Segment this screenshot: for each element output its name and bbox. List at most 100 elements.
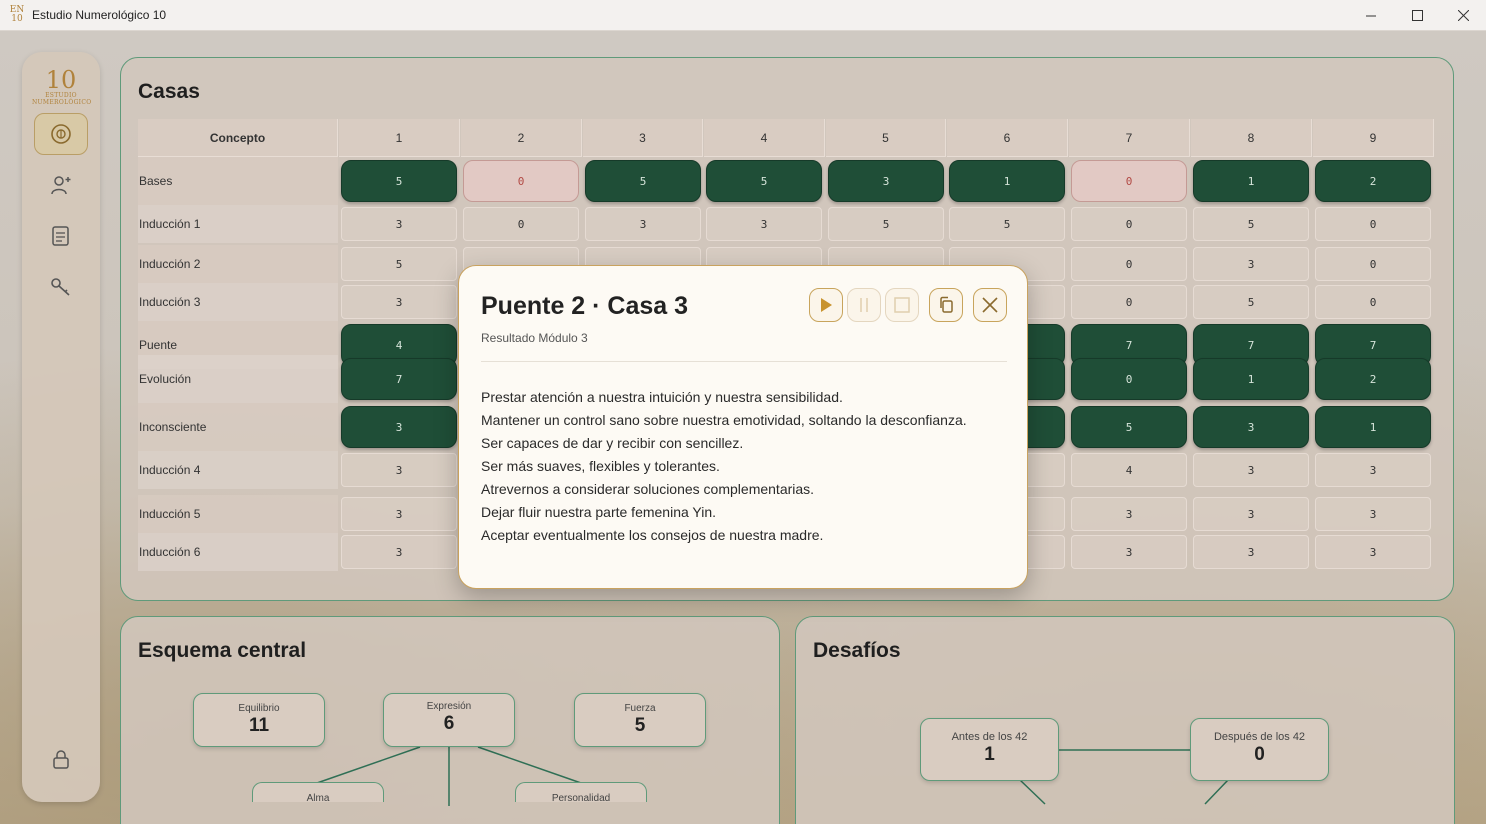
- column-header-concepto: Concepto: [138, 119, 338, 157]
- table-cell[interactable]: 5: [341, 160, 457, 202]
- table-cell[interactable]: 2: [1315, 160, 1431, 202]
- table-cell[interactable]: 3: [1071, 535, 1187, 569]
- row-label: Inducción 1: [138, 205, 338, 243]
- table-cell[interactable]: 5: [585, 160, 701, 202]
- node-despues-42[interactable]: Después de los 42 0: [1190, 718, 1329, 781]
- column-header-4: 4: [704, 119, 825, 157]
- minimize-button[interactable]: [1348, 0, 1394, 31]
- table-cell[interactable]: 2: [1315, 358, 1431, 400]
- table-cell[interactable]: 3: [1193, 247, 1309, 281]
- table-cell[interactable]: 5: [828, 207, 944, 241]
- lock-icon: [53, 750, 69, 769]
- dialog-line: Ser más suaves, flexibles y tolerantes.: [481, 458, 720, 474]
- table-cell[interactable]: 3: [341, 207, 457, 241]
- node-value: 1: [984, 744, 995, 765]
- logo-number: 10: [45, 66, 77, 94]
- title-bar: EN 10 Estudio Numerológico 10: [0, 0, 1486, 31]
- dialog-line: Dejar fluir nuestra parte femenina Yin.: [481, 504, 717, 520]
- table-cell[interactable]: 5: [1193, 285, 1309, 319]
- table-cell[interactable]: 5: [1193, 207, 1309, 241]
- dialog-subtitle: Resultado Módulo 3: [481, 331, 588, 345]
- dialog-line: Atrevernos a considerar soluciones compl…: [481, 481, 815, 497]
- table-cell[interactable]: 5: [706, 160, 822, 202]
- table-cell[interactable]: 3: [341, 285, 457, 319]
- sidebar-item-person[interactable]: [34, 164, 88, 206]
- document-icon: [52, 226, 69, 246]
- sidebar-item-lock[interactable]: [34, 738, 88, 780]
- table-cell[interactable]: 0: [1315, 285, 1431, 319]
- table-cell[interactable]: 3: [1315, 535, 1431, 569]
- column-header-1: 1: [339, 119, 460, 157]
- node-equilibrio[interactable]: Equilibrio 11: [193, 693, 325, 747]
- column-header-3: 3: [583, 119, 703, 157]
- detail-dialog: Puente 2 · Casa 3 Resultado Módulo 3 Pre…: [458, 265, 1028, 589]
- table-cell[interactable]: 3: [341, 453, 457, 487]
- close-button[interactable]: [973, 288, 1007, 322]
- node-label: Alma: [306, 793, 330, 804]
- table-cell[interactable]: 0: [1071, 160, 1187, 202]
- play-button[interactable]: [809, 288, 843, 322]
- table-cell[interactable]: 0: [463, 160, 579, 202]
- copy-button[interactable]: [929, 288, 963, 322]
- table-cell[interactable]: 0: [1071, 207, 1187, 241]
- table-cell[interactable]: 5: [1071, 406, 1187, 448]
- close-window-icon: [1457, 10, 1469, 21]
- table-cell[interactable]: 3: [1315, 453, 1431, 487]
- sidebar-item-key[interactable]: [34, 266, 88, 308]
- table-cell[interactable]: 4: [1071, 453, 1187, 487]
- key-icon: [51, 278, 70, 296]
- node-label: Antes de los 42: [951, 731, 1028, 743]
- column-header-8: 8: [1191, 119, 1312, 157]
- column-header-6: 6: [947, 119, 1068, 157]
- column-header-7: 7: [1069, 119, 1190, 157]
- table-cell[interactable]: 5: [949, 207, 1065, 241]
- table-cell[interactable]: 1: [1193, 160, 1309, 202]
- node-personalidad[interactable]: Personalidad: [515, 782, 647, 804]
- table-cell[interactable]: 3: [706, 207, 822, 241]
- node-label: Expresión: [426, 701, 472, 712]
- table-cell[interactable]: 0: [1071, 247, 1187, 281]
- table-cell[interactable]: 3: [585, 207, 701, 241]
- table-cell[interactable]: 3: [341, 497, 457, 531]
- table-cell[interactable]: 0: [463, 207, 579, 241]
- table-cell[interactable]: 1: [949, 160, 1065, 202]
- row-label: Inconsciente: [138, 403, 338, 451]
- table-cell[interactable]: 3: [1193, 406, 1309, 448]
- node-alma[interactable]: Alma: [252, 782, 384, 804]
- node-antes-42[interactable]: Antes de los 42 1: [920, 718, 1059, 781]
- table-cell[interactable]: 3: [828, 160, 944, 202]
- table-cell[interactable]: 3: [1193, 453, 1309, 487]
- node-value: 5: [634, 715, 646, 736]
- pause-button[interactable]: [847, 288, 881, 322]
- table-cell[interactable]: 1: [1315, 406, 1431, 448]
- table-cell[interactable]: 3: [1315, 497, 1431, 531]
- table-cell[interactable]: 7: [341, 358, 457, 400]
- row-label: Inducción 5: [138, 495, 338, 533]
- node-fuerza[interactable]: Fuerza 5: [574, 693, 706, 747]
- sidebar-item-document[interactable]: [34, 215, 88, 257]
- table-cell[interactable]: 3: [1193, 535, 1309, 569]
- table-cell[interactable]: 3: [341, 406, 457, 448]
- node-expresion[interactable]: Expresión 6: [383, 693, 515, 747]
- stop-button[interactable]: [885, 288, 919, 322]
- table-cell[interactable]: 0: [1071, 285, 1187, 319]
- copy-icon: [940, 296, 953, 313]
- close-window-button[interactable]: [1440, 0, 1486, 31]
- table-cell[interactable]: 0: [1315, 247, 1431, 281]
- app-logo-icon: EN 10: [8, 6, 26, 24]
- table-cell[interactable]: 0: [1071, 358, 1187, 400]
- dialog-line: Prestar atención a nuestra intuición y n…: [481, 389, 843, 405]
- table-cell[interactable]: 3: [1193, 497, 1309, 531]
- sidebar-item-home[interactable]: [34, 113, 88, 155]
- table-cell[interactable]: 1: [1193, 358, 1309, 400]
- maximize-button[interactable]: [1394, 0, 1440, 31]
- table-cell[interactable]: 3: [1071, 497, 1187, 531]
- table-cell[interactable]: 3: [341, 535, 457, 569]
- table-cell[interactable]: 0: [1315, 207, 1431, 241]
- node-value: 6: [443, 713, 455, 734]
- table-cell[interactable]: 5: [341, 247, 457, 281]
- column-header-9: 9: [1313, 119, 1434, 157]
- dialog-title: Puente 2 · Casa 3: [481, 292, 689, 320]
- row-label: Inducción 4: [138, 451, 338, 489]
- app-icon-text-bottom: 10: [11, 14, 23, 24]
